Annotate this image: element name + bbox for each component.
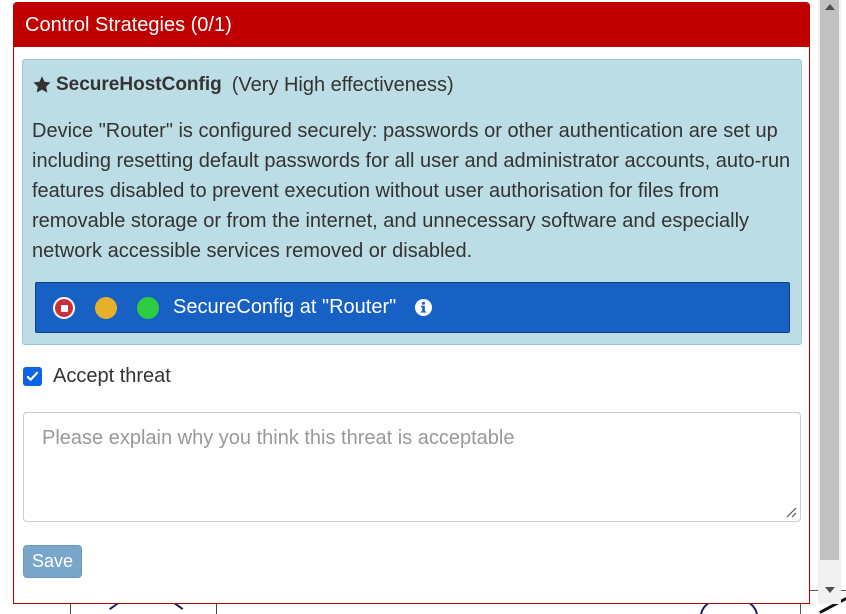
strategy-description: Device "Router" is configured securely: … bbox=[32, 120, 791, 262]
explanation-placeholder: Please explain why you think this threat… bbox=[42, 427, 515, 449]
strategy-title-row: SecureHostConfig (Very High effectivenes… bbox=[32, 72, 454, 98]
strategy-name: SecureHostConfig bbox=[56, 74, 222, 95]
checkmark-icon bbox=[26, 371, 39, 381]
strategy-card: SecureHostConfig (Very High effectivenes… bbox=[22, 59, 802, 345]
control-label: SecureConfig at "Router" bbox=[173, 296, 397, 318]
control-strategies-panel: Control Strategies (0/1) SecureHostConfi… bbox=[13, 2, 810, 604]
accept-threat-label[interactable]: Accept threat bbox=[53, 365, 171, 388]
status-red-button[interactable] bbox=[53, 297, 75, 319]
strategy-effectiveness: (Very High effectiveness) bbox=[231, 73, 454, 96]
scroll-down-arrow-icon[interactable] bbox=[825, 587, 835, 593]
resize-grip-icon[interactable] bbox=[785, 506, 797, 518]
info-circle-icon[interactable] bbox=[414, 298, 433, 317]
save-button[interactable]: Save bbox=[23, 545, 82, 578]
accept-threat-row[interactable]: Accept threat bbox=[23, 363, 171, 389]
stop-icon bbox=[60, 304, 68, 312]
accept-threat-checkbox[interactable] bbox=[23, 366, 42, 386]
star-icon bbox=[33, 76, 51, 93]
scrollbar[interactable] bbox=[818, 0, 841, 604]
status-green-button[interactable] bbox=[137, 297, 159, 319]
panel-header[interactable]: Control Strategies (0/1) bbox=[14, 3, 809, 47]
scroll-up-arrow-icon[interactable] bbox=[825, 4, 835, 10]
explanation-textarea[interactable]: Please explain why you think this threat… bbox=[23, 412, 801, 522]
scrollbar-thumb[interactable] bbox=[820, 0, 839, 560]
screen: Control Strategies (0/1) SecureHostConfi… bbox=[0, 0, 846, 614]
status-amber-button[interactable] bbox=[95, 297, 117, 319]
control-item[interactable]: SecureConfig at "Router" bbox=[35, 282, 790, 333]
